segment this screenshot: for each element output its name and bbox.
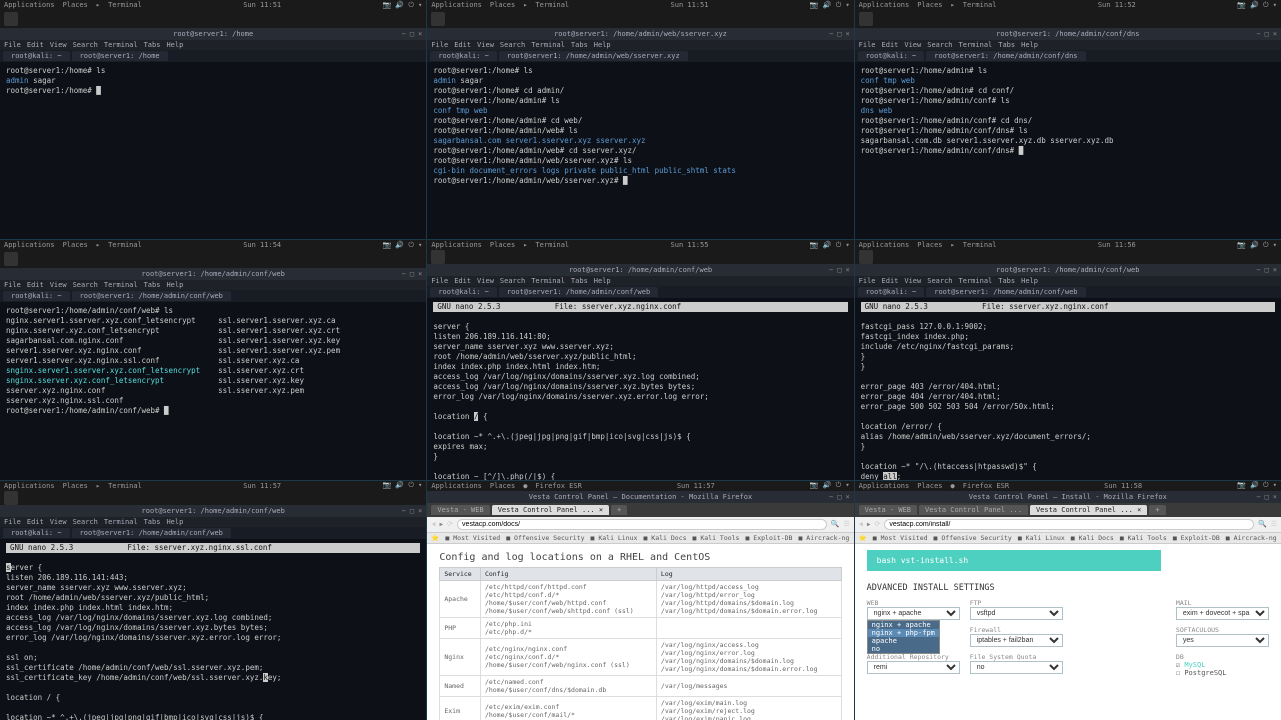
search-icon[interactable]: 🔍 — [831, 520, 840, 528]
firewall-select[interactable]: iptables + fail2ban — [970, 634, 1063, 647]
back-icon[interactable]: ◀ — [431, 520, 435, 528]
config-table: ServiceConfigLogApache/etc/httpd/conf/ht… — [439, 567, 841, 720]
terminal[interactable]: root@server1:/home# lsadmin sagarroot@se… — [0, 62, 426, 239]
menubar: FileEditViewSearchTerminalTabsHelp — [0, 40, 426, 50]
tab[interactable]: root@kali: ~ — [3, 51, 70, 61]
minimize-icon[interactable]: − — [402, 30, 406, 38]
postgresql-checkbox[interactable]: ☐ PostgreSQL — [1176, 669, 1269, 677]
page-content: Config and log locations on a RHEL and C… — [427, 544, 853, 720]
forward-icon: ▶ — [440, 521, 444, 528]
ftp-select[interactable]: vsftpd — [970, 607, 1063, 620]
section-title: ADVANCED INSTALL SETTINGS — [855, 583, 1281, 593]
browser-tabs: Vesta - WEBVesta Control Panel ... ×+ — [427, 503, 853, 517]
panel-9: ApplicationsPlaces●Firefox ESRSun 11:58📷… — [855, 481, 1281, 720]
bookmarks-bar: ⭐ ■ Most Visited■ Offensive Security■ Ka… — [427, 533, 853, 544]
softaculous-select[interactable]: yes — [1176, 634, 1269, 647]
close-icon[interactable]: × — [418, 30, 422, 38]
web-dropdown-open[interactable]: nginx + apachenginx + php-fpmapacheno — [867, 620, 940, 654]
panel-7: ApplicationsPlaces▸TerminalSun 11:57📷 🔊 … — [0, 481, 426, 720]
terminal[interactable]: root@server1:/home/admin# lsconf tmp web… — [855, 62, 1281, 239]
panel-1: ApplicationsPlaces▸TerminalSun 11:51📷 🔊 … — [0, 0, 426, 239]
window-titlebar: root@server1: /home−□× — [0, 28, 426, 40]
panel-8: ApplicationsPlaces●Firefox ESRSun 11:57📷… — [427, 481, 853, 720]
mysql-checkbox[interactable]: ☑ MySQL — [1176, 661, 1269, 669]
dock-item[interactable] — [4, 12, 18, 26]
reload-icon[interactable]: ⟳ — [447, 520, 453, 528]
settings-grid: WEBnginx + apache nginx + apachenginx + … — [855, 593, 1281, 683]
web-select[interactable]: nginx + apache — [867, 607, 960, 620]
mail-select[interactable]: exim + dovecot + spamassassin + clamav — [1176, 607, 1269, 620]
doc-title: Config and log locations on a RHEL and C… — [439, 552, 841, 563]
menu-icon[interactable]: ☰ — [843, 520, 849, 528]
nano-editor[interactable]: GNU nano 2.5.3 File: sserver.xyz.nginx.c… — [427, 298, 853, 479]
url-input[interactable] — [884, 519, 1254, 530]
terminal[interactable]: root@server1:/home/admin/conf/web# lsngi… — [0, 302, 426, 479]
url-input[interactable] — [457, 519, 827, 530]
panel-3: ApplicationsPlaces▸TerminalSun 11:52📷 🔊 … — [855, 0, 1281, 239]
terminal[interactable]: root@server1:/home# lsadmin sagarroot@se… — [427, 62, 853, 239]
address-bar: ◀ ▶⟳ 🔍☰ — [427, 517, 853, 533]
tray-icons[interactable]: 📷 🔊 ⏻ ▾ — [383, 1, 423, 10]
maximize-icon[interactable]: □ — [410, 30, 414, 38]
vesta-page: bash vst-install.sh ADVANCED INSTALL SET… — [855, 544, 1281, 720]
tab[interactable]: root@server1: /home — [72, 51, 168, 61]
gnome-topbar: ApplicationsPlaces▸TerminalSun 11:51📷 🔊 … — [0, 0, 426, 10]
panel-6: ApplicationsPlaces▸TerminalSun 11:56📷 🔊 … — [855, 240, 1281, 479]
dock — [0, 10, 426, 28]
nano-editor[interactable]: GNU nano 2.5.3 File: sserver.xyz.nginx.s… — [0, 539, 426, 720]
panel-4: ApplicationsPlaces▸TerminalSun 11:54📷 🔊 … — [0, 240, 426, 479]
quota-select[interactable]: no — [970, 661, 1063, 674]
repo-select[interactable]: remi — [867, 661, 960, 674]
panel-2: ApplicationsPlaces▸TerminalSun 11:51📷 🔊 … — [427, 0, 853, 239]
nano-editor[interactable]: GNU nano 2.5.3 File: sserver.xyz.nginx.c… — [855, 298, 1281, 479]
install-cmd: bash vst-install.sh — [867, 550, 1161, 571]
tab-bar: root@kali: ~root@server1: /home — [0, 50, 426, 62]
panel-5: ApplicationsPlaces▸TerminalSun 11:55📷 🔊 … — [427, 240, 853, 479]
